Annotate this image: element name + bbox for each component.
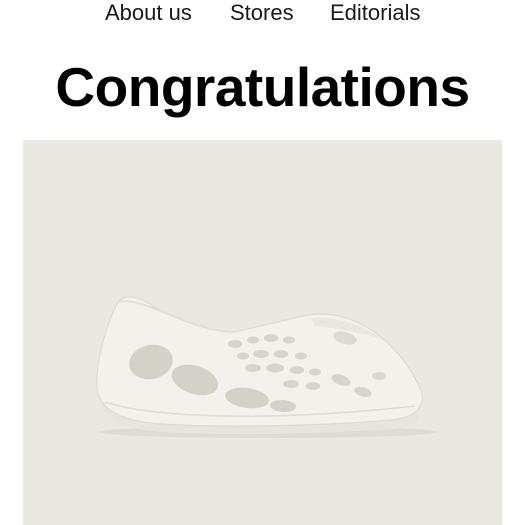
- top-nav: About us Stores Editorials: [0, 0, 525, 30]
- product-image-frame: [23, 140, 502, 525]
- nav-link-editorials[interactable]: Editorials: [330, 0, 420, 26]
- nav-link-about-us[interactable]: About us: [105, 0, 192, 26]
- page: About us Stores Editorials Congratulatio…: [0, 0, 525, 525]
- foam-runner-shoe-image: [96, 296, 436, 438]
- page-title: Congratulations: [55, 56, 470, 118]
- nav-link-stores[interactable]: Stores: [230, 0, 294, 26]
